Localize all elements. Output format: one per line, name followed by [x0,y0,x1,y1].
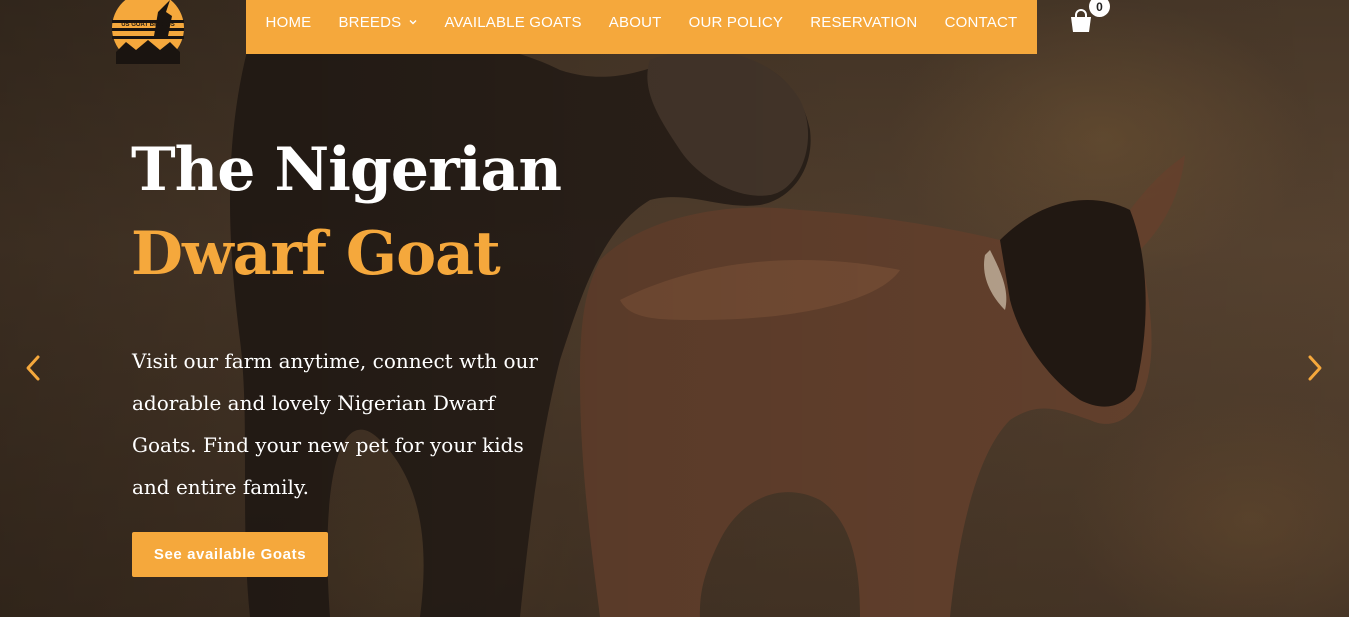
hero-title-line2: Dwarf Goat [131,219,501,289]
nav-contact[interactable]: CONTACT [945,14,1018,31]
chevron-right-icon[interactable] [1302,354,1326,382]
hero-overlay [0,0,1349,617]
hero-title-line1: The Nigerian [131,135,562,205]
chevron-down-icon [409,20,417,25]
nav-reservation[interactable]: RESERVATION [810,14,917,31]
nav-breeds[interactable]: BREEDS [338,14,417,31]
nav-breeds-label: BREEDS [338,13,402,31]
nav-our-policy-label: OUR POLICY [688,13,784,31]
see-available-goats-button[interactable]: See available Goats [132,532,328,577]
logo-text: US GOAT BREEDS [121,22,175,28]
nav-home-label: HOME [265,13,312,31]
hero-description: Visit our farm anytime, connect wth our … [132,349,538,499]
nav-reservation-label: RESERVATION [810,13,918,31]
nav-available-goats-label: AVAILABLE GOATS [444,13,582,31]
goat-logo-icon[interactable]: US GOAT BREEDS [106,0,190,70]
nav-available-goats[interactable]: AVAILABLE GOATS [444,14,581,31]
main-nav: HOME BREEDS AVAILABLE GOATS ABOUT OUR PO… [246,0,1037,54]
chevron-left-icon[interactable] [22,354,46,382]
hero-slider [0,0,1349,617]
nav-about[interactable]: ABOUT [609,14,662,31]
nav-about-label: ABOUT [608,13,662,31]
nav-home[interactable]: HOME [266,14,312,31]
nav-our-policy[interactable]: OUR POLICY [689,14,784,31]
nav-contact-label: CONTACT [944,13,1018,31]
